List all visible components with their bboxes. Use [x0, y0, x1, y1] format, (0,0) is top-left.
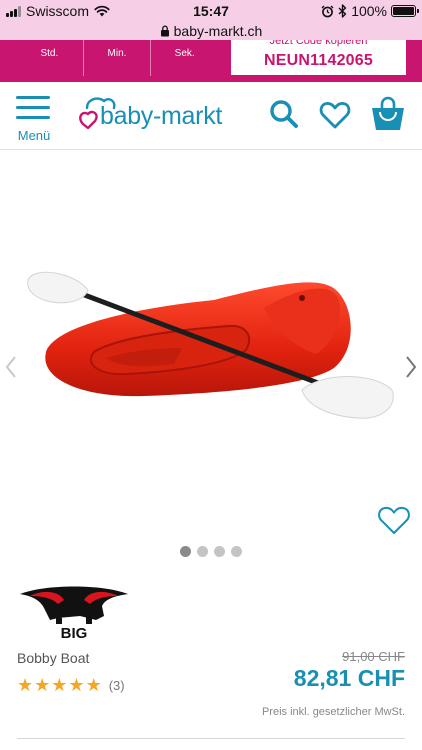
- copy-code-button[interactable]: Jetzt Code kopieren NEUN1142065: [231, 40, 406, 75]
- brand-logo[interactable]: BIG: [18, 584, 130, 642]
- copy-code-hint: Jetzt Code kopieren: [269, 40, 368, 47]
- old-price: 91,00 CHF: [342, 649, 405, 664]
- gallery-dot[interactable]: [214, 546, 225, 557]
- brand-logo-text: BIG: [61, 625, 88, 640]
- battery-percent: 100%: [351, 3, 387, 19]
- bluetooth-icon: [338, 4, 347, 18]
- divider: [17, 738, 405, 739]
- logo-text: baby-markt: [100, 102, 223, 130]
- gallery-dot[interactable]: [231, 546, 242, 557]
- url-domain: baby-markt.ch: [173, 23, 263, 39]
- chevron-right-icon[interactable]: [404, 355, 418, 379]
- countdown-timer: 08 Std. 12 Min. 43 Sek.: [16, 40, 218, 76]
- menu-button[interactable]: Menü: [14, 94, 52, 144]
- countdown-minutes-label: Min.: [107, 48, 127, 59]
- tax-note: Preis inkl. gesetzlicher MwSt.: [261, 706, 405, 718]
- star-icon: ★: [68, 675, 85, 695]
- current-price: 82,81 CHF: [293, 665, 405, 691]
- gallery-dot[interactable]: [197, 546, 208, 557]
- star-icon: ★: [17, 675, 34, 695]
- countdown-hours: 08 Std.: [16, 40, 84, 76]
- star-icon: ★: [34, 675, 51, 695]
- product-rating[interactable]: ★ ★ ★ ★ ★ (3): [17, 676, 125, 694]
- menu-label: Menü: [17, 128, 51, 143]
- status-right: 100%: [321, 3, 419, 19]
- battery-icon: [391, 5, 419, 17]
- product-gallery[interactable]: [0, 150, 422, 570]
- heart-icon[interactable]: [319, 100, 351, 130]
- countdown-seconds-label: Sek.: [174, 48, 195, 59]
- site-logo[interactable]: baby-markt: [78, 94, 248, 138]
- product-name[interactable]: Bobby Boat: [17, 650, 89, 666]
- chevron-left-icon[interactable]: [4, 355, 18, 379]
- product-image: [27, 271, 394, 419]
- gallery-dot[interactable]: [180, 546, 191, 557]
- status-bar: Swisscom 15:47 100%: [0, 0, 422, 22]
- countdown-hours-label: Std.: [40, 48, 59, 59]
- rating-count: (3): [108, 677, 125, 693]
- countdown-minutes: 12 Min.: [84, 40, 152, 76]
- url-bar[interactable]: baby-markt.ch: [0, 22, 422, 40]
- star-icon: ★: [51, 675, 68, 695]
- big-bull-logo: BIG: [20, 586, 128, 642]
- shopping-bag-icon[interactable]: [370, 96, 406, 132]
- site-header: Menü baby-markt: [0, 82, 422, 150]
- heart-outline-icon[interactable]: [377, 504, 411, 536]
- search-icon[interactable]: [268, 98, 300, 130]
- promo-code: NEUN1142065: [264, 52, 373, 69]
- lock-icon: [160, 25, 169, 37]
- star-icon: ★: [85, 675, 102, 695]
- gallery-pagination: [0, 546, 422, 557]
- alarm-icon: [321, 5, 334, 17]
- countdown-seconds: 43 Sek.: [151, 40, 218, 76]
- promo-banner: 08 Std. 12 Min. 43 Sek. Jetzt Code kopie…: [0, 40, 422, 82]
